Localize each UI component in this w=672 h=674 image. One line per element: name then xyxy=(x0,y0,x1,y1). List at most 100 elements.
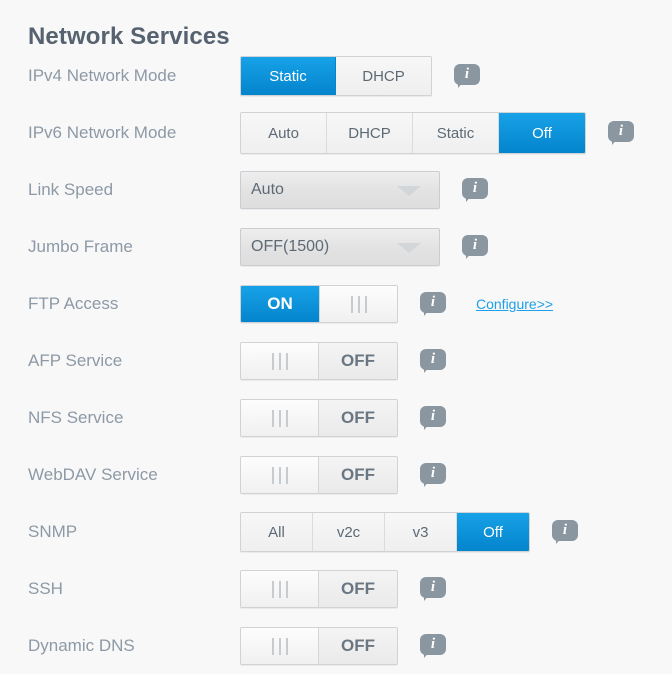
configure-link-ftp-access[interactable]: Configure>> xyxy=(476,296,553,312)
toggle-grip-line xyxy=(271,409,274,427)
info-icon[interactable]: i xyxy=(420,463,446,487)
info-icon[interactable]: i xyxy=(462,178,488,202)
info-icon-glyph: i xyxy=(430,351,436,367)
info-icon[interactable]: i xyxy=(462,235,488,259)
toggle-knob[interactable] xyxy=(241,400,319,436)
row-label-snmp: SNMP xyxy=(28,522,78,541)
info-icon-glyph: i xyxy=(472,180,478,196)
setting-row-ipv4-network-mode: IPv4 Network Mode Static DHCP i xyxy=(0,52,672,100)
row-label-ipv4-network-mode: IPv4 Network Mode xyxy=(28,66,177,85)
info-icon-glyph: i xyxy=(430,294,436,310)
toggle-grip-line xyxy=(285,352,288,370)
toggle-grip-line xyxy=(285,580,288,598)
row-control-jumbo-frame: OFF(1500) i xyxy=(240,228,488,266)
setting-row-snmp: SNMP All v2c v3 Off i xyxy=(0,508,672,556)
setting-row-ssh: SSH OFF i xyxy=(0,565,672,613)
row-control-nfs-service: OFF i xyxy=(240,399,446,437)
segment-option-ipv4-network-mode-1[interactable]: DHCP xyxy=(336,57,431,95)
segment-option-ipv6-network-mode-1[interactable]: DHCP xyxy=(327,113,413,153)
info-icon-glyph: i xyxy=(430,408,436,424)
row-label-ftp-access: FTP Access xyxy=(28,294,119,313)
toggle-grip-line xyxy=(285,466,288,484)
row-control-ipv6-network-mode: Auto DHCP Static Off i xyxy=(240,112,634,154)
toggle-grip-line xyxy=(271,352,274,370)
info-icon[interactable]: i xyxy=(454,64,480,88)
info-icon[interactable]: i xyxy=(420,406,446,430)
toggle-grip-line xyxy=(285,637,288,655)
toggle-nfs-service[interactable]: OFF xyxy=(240,399,398,437)
segment-option-ipv6-network-mode-2[interactable]: Static xyxy=(413,113,499,153)
toggle-knob[interactable] xyxy=(241,457,319,493)
row-label-link-speed: Link Speed xyxy=(28,180,114,199)
dropdown-value-jumbo-frame: OFF(1500) xyxy=(251,238,330,255)
dropdown-value-link-speed: Auto xyxy=(251,181,284,198)
setting-row-ftp-access: FTP Access ON i Configure>> xyxy=(0,280,672,328)
segmented-control-snmp[interactable]: All v2c v3 Off xyxy=(240,512,530,552)
row-label-jumbo-frame: Jumbo Frame xyxy=(28,237,133,256)
segment-option-snmp-0[interactable]: All xyxy=(241,513,313,551)
toggle-state-label-nfs-service: OFF xyxy=(319,400,397,436)
dropdown-link-speed[interactable]: Auto xyxy=(240,171,440,209)
info-icon[interactable]: i xyxy=(420,349,446,373)
info-icon-glyph: i xyxy=(430,579,436,595)
row-label-dynamic-dns: Dynamic DNS xyxy=(28,636,135,655)
segment-option-snmp-1[interactable]: v2c xyxy=(313,513,385,551)
toggle-grip-line xyxy=(357,295,360,313)
toggle-knob[interactable] xyxy=(241,571,319,607)
info-icon[interactable]: i xyxy=(420,292,446,316)
toggle-grip-line xyxy=(271,637,274,655)
segmented-control-ipv6-network-mode[interactable]: Auto DHCP Static Off xyxy=(240,112,586,154)
segmented-control-ipv4-network-mode[interactable]: Static DHCP xyxy=(240,56,432,96)
toggle-grip-line xyxy=(278,580,281,598)
toggle-knob[interactable] xyxy=(241,628,319,664)
toggle-grip-line xyxy=(350,295,353,313)
row-control-webdav-service: OFF i xyxy=(240,456,446,494)
toggle-grip-line xyxy=(271,580,274,598)
toggle-knob[interactable] xyxy=(319,286,397,322)
dropdown-jumbo-frame[interactable]: OFF(1500) xyxy=(240,228,440,266)
info-icon-glyph: i xyxy=(464,66,470,82)
toggle-state-label-afp-service: OFF xyxy=(319,343,397,379)
setting-row-dynamic-dns: Dynamic DNS OFF i xyxy=(0,622,672,670)
setting-row-afp-service: AFP Service OFF i xyxy=(0,337,672,385)
toggle-knob[interactable] xyxy=(241,343,319,379)
row-control-snmp: All v2c v3 Off i xyxy=(240,512,578,552)
info-icon-glyph: i xyxy=(430,465,436,481)
segment-option-snmp-3[interactable]: Off xyxy=(457,513,529,551)
toggle-grip-line xyxy=(278,409,281,427)
toggle-state-label-dynamic-dns: OFF xyxy=(319,628,397,664)
toggle-ssh[interactable]: OFF xyxy=(240,570,398,608)
row-control-ipv4-network-mode: Static DHCP i xyxy=(240,56,480,96)
segment-option-snmp-2[interactable]: v3 xyxy=(385,513,457,551)
segment-option-ipv4-network-mode-0[interactable]: Static xyxy=(241,57,336,95)
setting-row-ipv6-network-mode: IPv6 Network Mode Auto DHCP Static Off i xyxy=(0,109,672,157)
page-title: Network Services xyxy=(28,23,230,51)
row-label-webdav-service: WebDAV Service xyxy=(28,465,158,484)
setting-row-nfs-service: NFS Service OFF i xyxy=(0,394,672,442)
info-icon[interactable]: i xyxy=(420,634,446,658)
toggle-grip-line xyxy=(271,466,274,484)
info-icon[interactable]: i xyxy=(608,121,634,145)
row-control-dynamic-dns: OFF i xyxy=(240,627,446,665)
chevron-down-icon xyxy=(397,243,421,253)
segment-option-ipv6-network-mode-3[interactable]: Off xyxy=(499,113,585,153)
segment-option-ipv6-network-mode-0[interactable]: Auto xyxy=(241,113,327,153)
toggle-afp-service[interactable]: OFF xyxy=(240,342,398,380)
info-icon-glyph: i xyxy=(562,522,568,538)
row-control-ftp-access: ON i Configure>> xyxy=(240,285,553,323)
row-label-afp-service: AFP Service xyxy=(28,351,123,370)
info-icon-glyph: i xyxy=(618,123,624,139)
info-icon-glyph: i xyxy=(430,636,436,652)
toggle-grip-line xyxy=(285,409,288,427)
toggle-ftp-access[interactable]: ON xyxy=(240,285,398,323)
info-icon[interactable]: i xyxy=(420,577,446,601)
info-icon[interactable]: i xyxy=(552,520,578,544)
info-icon-glyph: i xyxy=(472,237,478,253)
row-label-ssh: SSH xyxy=(28,579,63,598)
toggle-grip-line xyxy=(278,637,281,655)
row-control-link-speed: Auto i xyxy=(240,171,488,209)
toggle-dynamic-dns[interactable]: OFF xyxy=(240,627,398,665)
toggle-grip-line xyxy=(364,295,367,313)
row-control-ssh: OFF i xyxy=(240,570,446,608)
toggle-webdav-service[interactable]: OFF xyxy=(240,456,398,494)
